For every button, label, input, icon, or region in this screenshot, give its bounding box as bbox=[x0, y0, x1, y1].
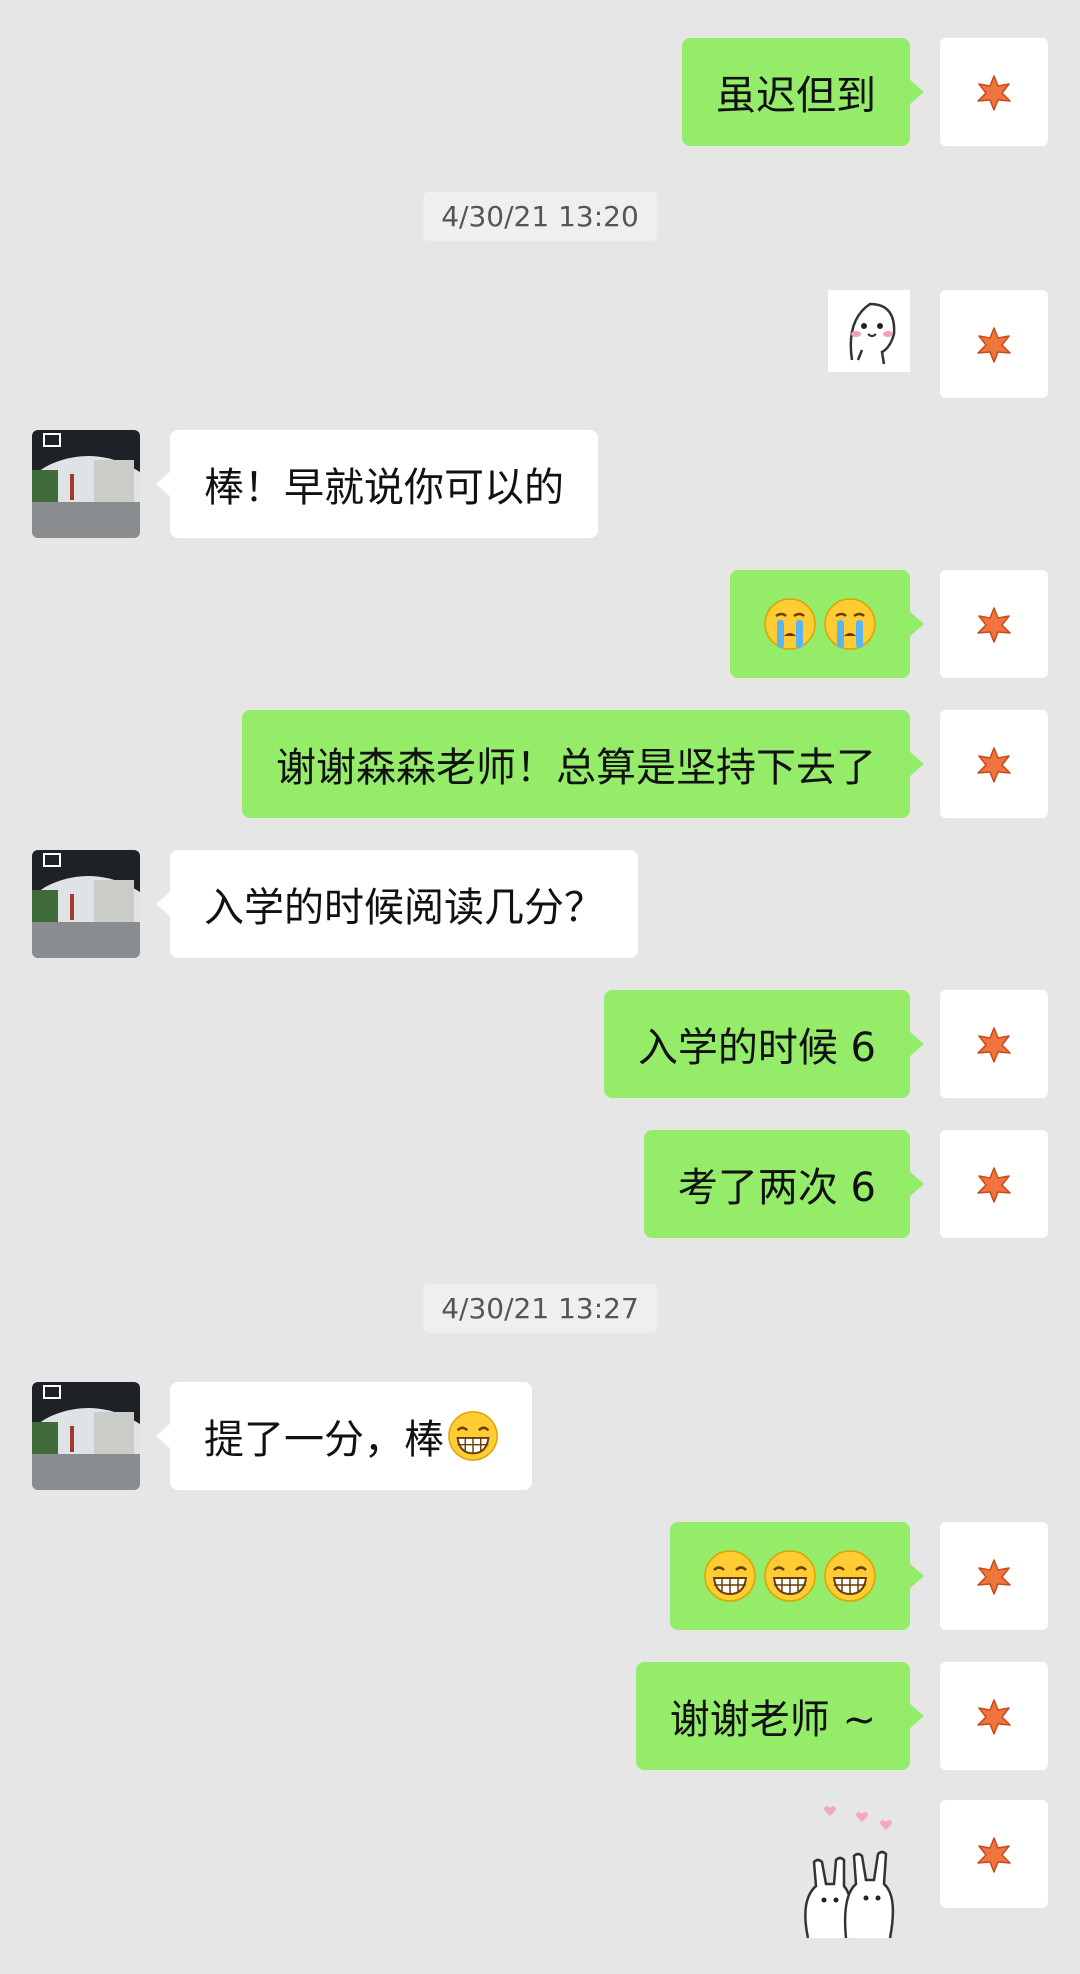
message-bubble[interactable]: 入学的时候 6 bbox=[603, 990, 925, 1098]
message-text: 入学的时候阅读几分？ bbox=[204, 885, 604, 931]
my-avatar[interactable] bbox=[940, 1662, 1048, 1770]
contact-avatar[interactable] bbox=[32, 1382, 140, 1490]
message-text: 考了两次 6 bbox=[677, 1165, 876, 1211]
grinning-face-emoji bbox=[762, 1548, 818, 1604]
maple-leaf-icon bbox=[974, 604, 1014, 644]
message-row: 谢谢老师 ~ bbox=[0, 1662, 1080, 1770]
basketball-court-photo bbox=[32, 1382, 140, 1490]
my-avatar[interactable] bbox=[940, 710, 1048, 818]
message-row bbox=[0, 570, 1080, 678]
maple-leaf-icon bbox=[974, 1696, 1014, 1736]
message-text: 谢谢老师 ~ bbox=[669, 1697, 876, 1743]
chat-area[interactable]: 虽迟但到 4/30/21 13:20 棒！早就说你可以的 谢谢森森老师！总算是坚… bbox=[0, 0, 1080, 1974]
message-row: 考了两次 6 bbox=[0, 1130, 1080, 1238]
message-row bbox=[0, 1800, 1080, 1940]
maple-leaf-icon bbox=[974, 1834, 1014, 1874]
message-text: 虽迟但到 bbox=[716, 73, 876, 119]
message-row bbox=[0, 1522, 1080, 1630]
my-avatar[interactable] bbox=[940, 38, 1048, 146]
grinning-face-emoji bbox=[702, 1548, 758, 1604]
cute-ghost-sticker[interactable] bbox=[828, 290, 910, 372]
message-row: 入学的时候阅读几分？ bbox=[0, 850, 1080, 958]
maple-leaf-icon bbox=[974, 72, 1014, 112]
my-avatar[interactable] bbox=[940, 990, 1048, 1098]
grinning-face-emoji bbox=[446, 1409, 500, 1463]
message-bubble[interactable]: 虽迟但到 bbox=[682, 38, 924, 146]
maple-leaf-icon bbox=[974, 324, 1014, 364]
message-text: 入学的时候 6 bbox=[637, 1025, 876, 1071]
message-row: 虽迟但到 bbox=[0, 38, 1080, 146]
basketball-court-photo bbox=[32, 430, 140, 538]
maple-leaf-icon bbox=[974, 744, 1014, 784]
contact-avatar[interactable] bbox=[32, 850, 140, 958]
maple-leaf-icon bbox=[974, 1556, 1014, 1596]
timestamp: 4/30/21 13:27 bbox=[423, 1284, 657, 1333]
maple-leaf-icon bbox=[974, 1164, 1014, 1204]
message-text: 谢谢森森老师！总算是坚持下去了 bbox=[276, 745, 876, 791]
message-row: 棒！早就说你可以的 bbox=[0, 430, 1080, 538]
timestamp: 4/30/21 13:20 bbox=[423, 192, 657, 241]
message-bubble[interactable] bbox=[730, 570, 924, 678]
message-bubble[interactable] bbox=[670, 1522, 924, 1630]
my-avatar[interactable] bbox=[940, 1130, 1048, 1238]
crying-face-emoji bbox=[822, 596, 878, 652]
basketball-court-photo bbox=[32, 850, 140, 958]
message-bubble[interactable]: 棒！早就说你可以的 bbox=[156, 430, 598, 538]
my-avatar[interactable] bbox=[940, 1522, 1048, 1630]
message-bubble[interactable]: 考了两次 6 bbox=[643, 1130, 925, 1238]
message-row: 提了一分，棒 bbox=[0, 1382, 1080, 1490]
grinning-face-emoji bbox=[822, 1548, 878, 1604]
message-bubble[interactable]: 谢谢老师 ~ bbox=[635, 1662, 925, 1770]
my-avatar[interactable] bbox=[940, 570, 1048, 678]
bunnies-with-hearts-sticker[interactable] bbox=[790, 1800, 910, 1940]
message-text: 棒！早就说你可以的 bbox=[204, 465, 564, 511]
message-text: 提了一分，棒 bbox=[204, 1417, 444, 1463]
my-avatar[interactable] bbox=[940, 290, 1048, 398]
maple-leaf-icon bbox=[974, 1024, 1014, 1064]
my-avatar[interactable] bbox=[940, 1800, 1048, 1908]
message-row: 谢谢森森老师！总算是坚持下去了 bbox=[0, 710, 1080, 818]
crying-face-emoji bbox=[762, 596, 818, 652]
message-bubble[interactable]: 入学的时候阅读几分？ bbox=[156, 850, 638, 958]
contact-avatar[interactable] bbox=[32, 430, 140, 538]
message-row: 入学的时候 6 bbox=[0, 990, 1080, 1098]
message-bubble[interactable]: 谢谢森森老师！总算是坚持下去了 bbox=[242, 710, 924, 818]
message-row bbox=[0, 290, 1080, 398]
message-bubble[interactable]: 提了一分，棒 bbox=[156, 1382, 532, 1490]
